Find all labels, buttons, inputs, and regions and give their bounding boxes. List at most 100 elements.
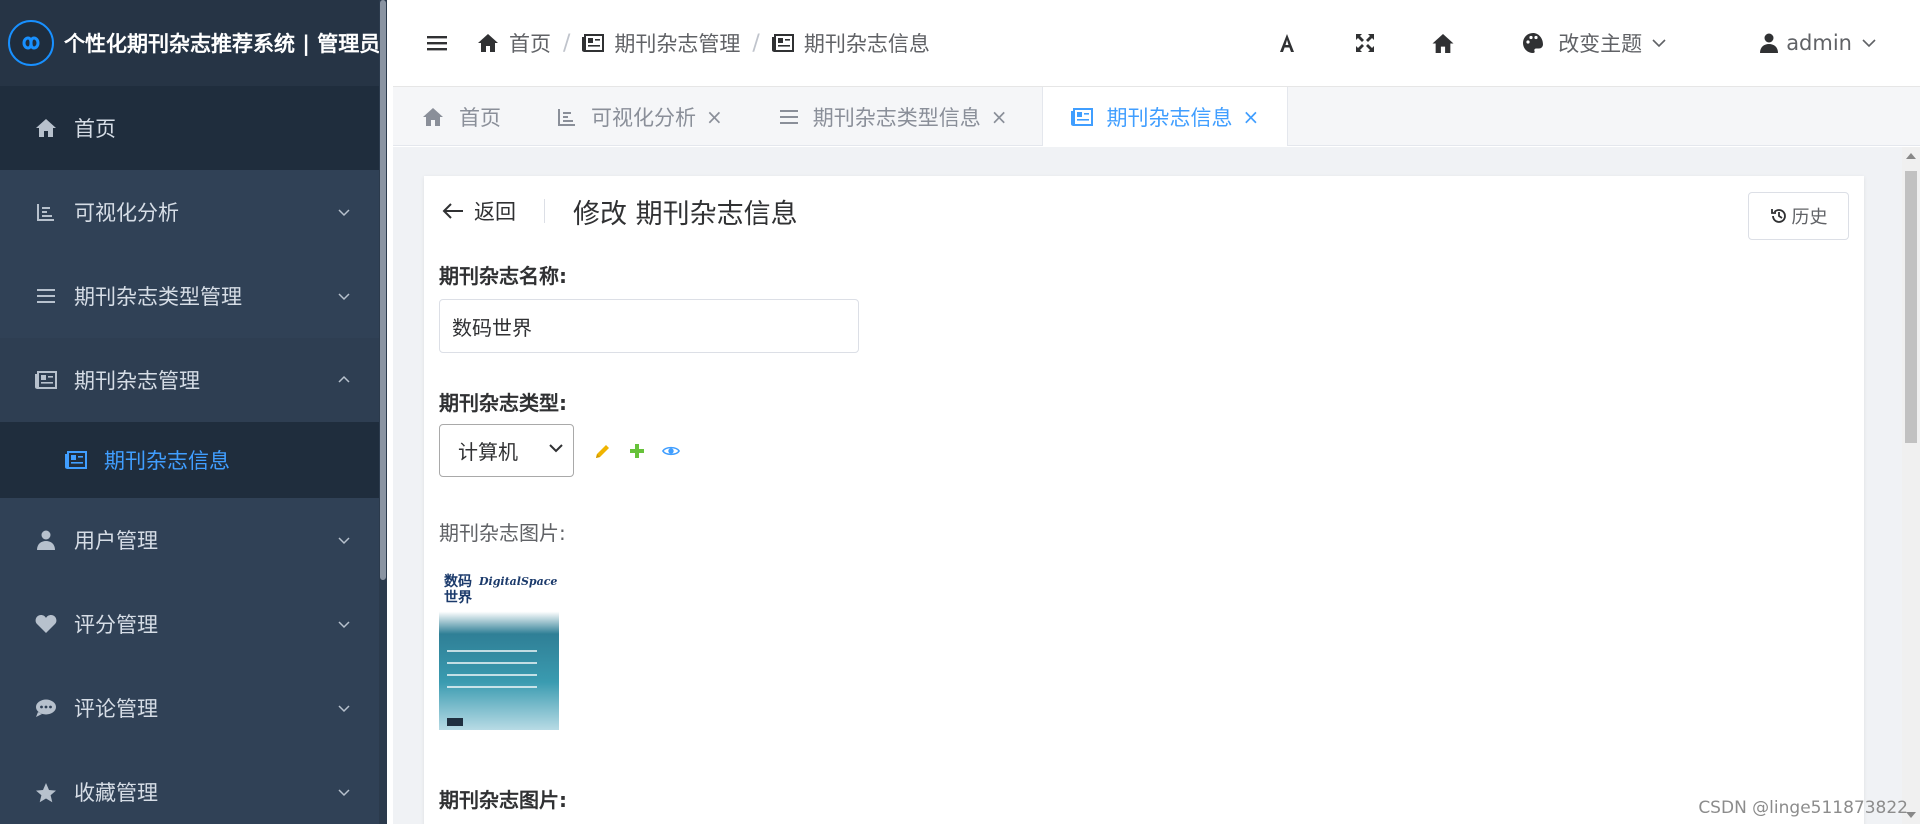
edit-card: 返回 修改 期刊杂志信息 历史 期刊杂志名称: 数码世界 期刊杂志类型: 计算机 bbox=[424, 176, 1864, 824]
divider bbox=[544, 199, 545, 223]
fullscreen-icon[interactable] bbox=[1326, 0, 1404, 86]
username-label: admin bbox=[1786, 31, 1852, 55]
sidebar-item-label: 收藏管理 bbox=[74, 781, 158, 805]
chevron-down-icon bbox=[1652, 39, 1666, 48]
page-header: 返回 修改 期刊杂志信息 bbox=[424, 176, 1864, 246]
home-icon bbox=[478, 34, 498, 52]
tab-label: 首页 bbox=[459, 105, 501, 130]
user-dropdown[interactable]: admin bbox=[1760, 31, 1884, 55]
app-title: 个性化期刊杂志推荐系统 | 管理员 bbox=[64, 32, 381, 56]
breadcrumb-item-home[interactable]: 首页 bbox=[477, 28, 551, 58]
main-content: 返回 修改 期刊杂志信息 历史 期刊杂志名称: 数码世界 期刊杂志类型: 计算机 bbox=[393, 147, 1920, 824]
sidebar-scrollbar-thumb[interactable] bbox=[380, 0, 386, 580]
close-icon[interactable]: × bbox=[706, 105, 723, 129]
sidebar-item-rating-management[interactable]: 评分管理 bbox=[0, 582, 387, 666]
tab-visual-analysis[interactable]: 可视化分析 × bbox=[529, 87, 751, 146]
back-label: 返回 bbox=[474, 200, 516, 224]
app-root: 个性化期刊杂志推荐系统 | 管理员 首页 可视化分析 期刊杂志类型管理 期刊杂志… bbox=[0, 0, 1920, 824]
journal-name-input[interactable]: 数码世界 bbox=[439, 299, 859, 353]
back-button[interactable]: 返回 bbox=[442, 196, 516, 226]
home-icon bbox=[423, 107, 443, 126]
journal-edit-form: 期刊杂志名称: 数码世界 期刊杂志类型: 计算机 期刊杂志图片: 数码 世界 D… bbox=[424, 260, 1864, 813]
sidebar-scrollbar[interactable] bbox=[379, 0, 387, 824]
add-plus-icon[interactable] bbox=[628, 442, 646, 460]
chevron-up-icon bbox=[338, 375, 350, 383]
cover-barcode bbox=[447, 718, 463, 726]
tab-label: 期刊杂志信息 bbox=[1106, 105, 1233, 130]
sidebar-item-home[interactable]: 首页 bbox=[0, 86, 387, 170]
scroll-up-arrow-icon[interactable] bbox=[1906, 153, 1916, 159]
breadcrumb-item-journal-info: 期刊杂志信息 bbox=[771, 28, 930, 58]
tab-journal-type-info[interactable]: 期刊杂志类型信息 × bbox=[751, 87, 1036, 146]
sidebar-item-journal-management[interactable]: 期刊杂志管理 bbox=[0, 338, 387, 422]
sidebar-item-favorite-management[interactable]: 收藏管理 bbox=[0, 750, 387, 824]
watermark: CSDN @linge511873822 bbox=[1698, 798, 1908, 818]
journal-type-select[interactable]: 计算机 bbox=[439, 424, 574, 477]
tab-label: 期刊杂志类型信息 bbox=[812, 105, 981, 130]
hamburger-menu-icon[interactable] bbox=[423, 29, 451, 57]
history-icon bbox=[1770, 209, 1786, 223]
close-icon[interactable]: × bbox=[1243, 105, 1260, 129]
palette-icon bbox=[1523, 33, 1544, 53]
view-eye-icon[interactable] bbox=[662, 442, 680, 460]
breadcrumb-label: 期刊杂志管理 bbox=[614, 32, 741, 56]
sidebar-item-label: 期刊杂志管理 bbox=[74, 369, 200, 393]
journal-name-label: 期刊杂志名称: bbox=[439, 264, 567, 288]
chevron-down-icon bbox=[338, 705, 350, 713]
sidebar-subitem-label: 期刊杂志信息 bbox=[104, 449, 230, 473]
tab-home[interactable]: 首页 bbox=[393, 87, 529, 146]
top-header: 首页 / 期刊杂志管理 / 期刊杂志信息 改变主题 admin bbox=[393, 0, 1920, 87]
breadcrumb-item-journal-management[interactable]: 期刊杂志管理 bbox=[582, 28, 740, 58]
brand: 个性化期刊杂志推荐系统 | 管理员 bbox=[0, 0, 387, 86]
breadcrumb-separator: / bbox=[563, 30, 571, 56]
tab-label: 可视化分析 bbox=[591, 105, 696, 130]
user-icon bbox=[1760, 33, 1779, 53]
sidebar-item-visual-analysis[interactable]: 可视化分析 bbox=[0, 170, 387, 254]
breadcrumb: 首页 / 期刊杂志管理 / 期刊杂志信息 bbox=[477, 28, 930, 58]
comment-icon bbox=[34, 696, 58, 720]
main-scrollbar[interactable] bbox=[1902, 147, 1920, 824]
chevron-down-icon bbox=[1862, 39, 1876, 48]
newspaper-icon bbox=[1070, 107, 1093, 126]
newspaper-icon bbox=[582, 34, 605, 52]
close-icon[interactable]: × bbox=[991, 105, 1008, 129]
journal-image-label: 期刊杂志图片: bbox=[439, 521, 566, 545]
sidebar-subitem-journal-info[interactable]: 期刊杂志信息 bbox=[0, 422, 387, 498]
chart-icon bbox=[558, 108, 575, 126]
sidebar-item-user-management[interactable]: 用户管理 bbox=[0, 498, 387, 582]
page-title: 修改 期刊杂志信息 bbox=[573, 198, 798, 230]
newspaper-icon bbox=[771, 34, 794, 52]
history-button[interactable]: 历史 bbox=[1748, 192, 1849, 240]
history-label: 历史 bbox=[1791, 207, 1828, 228]
journal-image-upload-label: 期刊杂志图片: bbox=[439, 788, 567, 812]
breadcrumb-separator: / bbox=[752, 30, 760, 56]
sidebar-item-label: 评分管理 bbox=[74, 613, 158, 637]
edit-pencil-icon[interactable] bbox=[594, 442, 612, 460]
chevron-down-icon bbox=[338, 621, 350, 629]
sidebar: 个性化期刊杂志推荐系统 | 管理员 首页 可视化分析 期刊杂志类型管理 期刊杂志… bbox=[0, 0, 387, 824]
main-scrollbar-thumb[interactable] bbox=[1905, 171, 1917, 443]
list-icon bbox=[34, 284, 58, 308]
newspaper-icon bbox=[64, 448, 88, 472]
sidebar-item-journal-type-management[interactable]: 期刊杂志类型管理 bbox=[0, 254, 387, 338]
home-icon[interactable] bbox=[1404, 0, 1482, 86]
journal-type-row: 计算机 bbox=[439, 424, 1864, 477]
font-size-icon[interactable] bbox=[1248, 0, 1326, 86]
star-icon bbox=[34, 780, 58, 804]
tabs-bar: 首页 可视化分析 × 期刊杂志类型信息 × 期刊杂志信息 × bbox=[393, 87, 1920, 146]
chevron-down-icon bbox=[338, 789, 350, 797]
sidebar-item-label: 用户管理 bbox=[74, 529, 158, 553]
change-theme-dropdown[interactable]: 改变主题 bbox=[1522, 28, 1680, 58]
sidebar-item-label: 评论管理 bbox=[74, 697, 158, 721]
home-icon bbox=[34, 116, 58, 140]
sidebar-item-label: 期刊杂志类型管理 bbox=[74, 285, 242, 309]
chevron-down-icon bbox=[338, 293, 350, 301]
header-actions: 改变主题 admin bbox=[1248, 0, 1920, 86]
user-icon bbox=[34, 528, 58, 552]
breadcrumb-label: 首页 bbox=[509, 32, 551, 56]
journal-type-label: 期刊杂志类型: bbox=[439, 391, 567, 415]
sidebar-item-comment-management[interactable]: 评论管理 bbox=[0, 666, 387, 750]
chevron-down-icon bbox=[338, 209, 350, 217]
tab-journal-info[interactable]: 期刊杂志信息 × bbox=[1041, 87, 1289, 146]
chevron-down-icon bbox=[338, 537, 350, 545]
